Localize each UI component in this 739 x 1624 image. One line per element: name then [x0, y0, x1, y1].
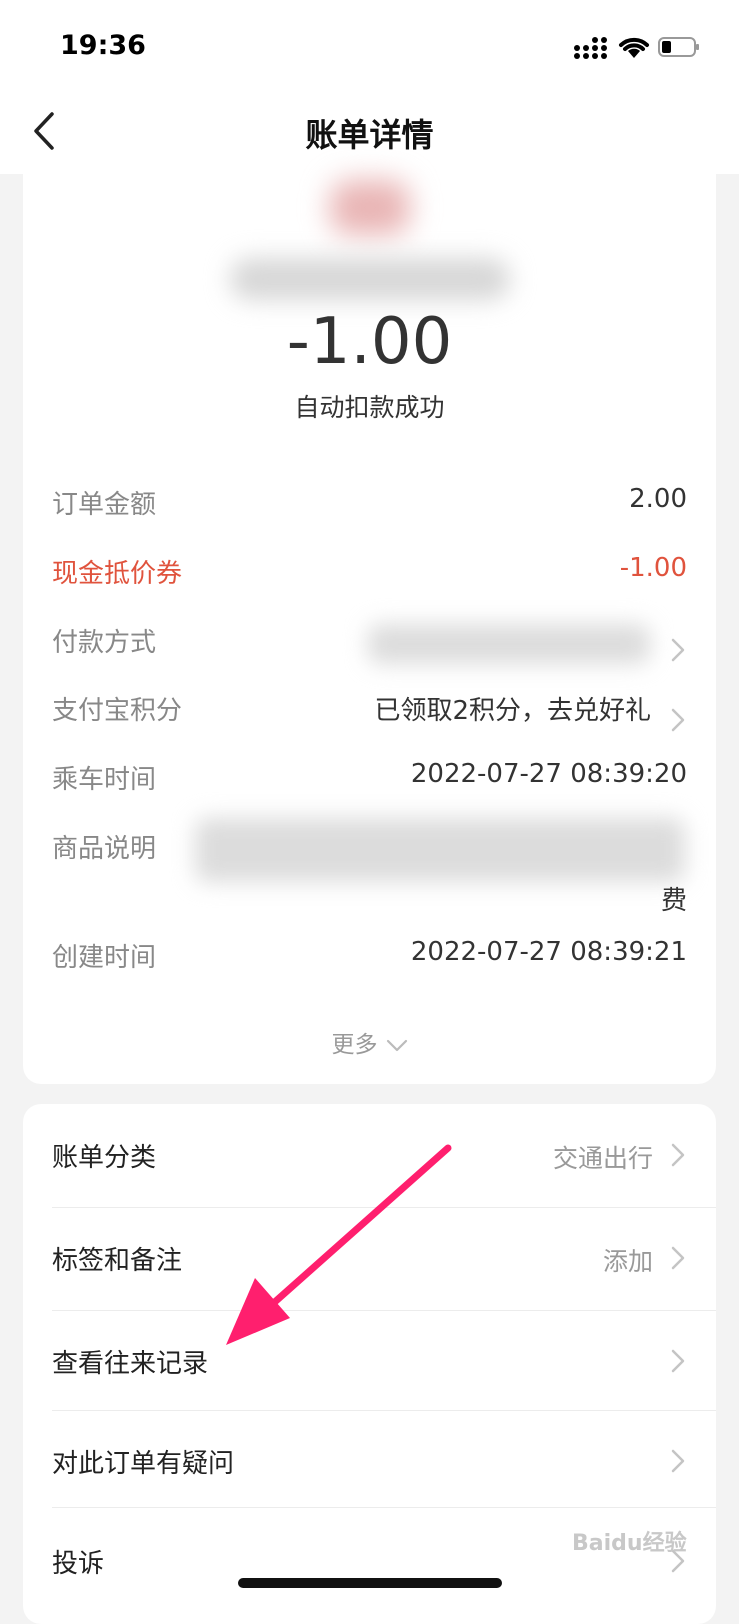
signal-icon	[574, 37, 607, 59]
tags-label[interactable]: 标签和备注	[52, 1240, 182, 1277]
page-title: 账单详情	[305, 116, 434, 154]
product-desc-value	[195, 818, 685, 882]
more-button[interactable]: 更多	[0, 1025, 739, 1059]
chevron-down-icon	[386, 1039, 407, 1051]
history-label[interactable]: 查看往来记录	[52, 1343, 208, 1380]
divider	[52, 1410, 716, 1411]
chevron-right-icon[interactable]	[671, 1449, 685, 1473]
chevron-right-icon[interactable]	[671, 1246, 685, 1270]
points-value[interactable]: 已领取2积分，去兑好礼	[374, 690, 651, 727]
ride-time-value: 2022-07-27 08:39:20	[410, 759, 687, 789]
product-desc-label: 商品说明	[52, 834, 157, 864]
ride-time-label: 乘车时间	[52, 765, 157, 795]
chevron-right-icon[interactable]	[671, 708, 685, 732]
product-desc-tail: 费	[660, 886, 687, 916]
complaint-label[interactable]: 投诉	[52, 1543, 104, 1580]
payment-status: 自动扣款成功	[294, 393, 445, 422]
order-amount-value: 2.00	[629, 484, 687, 514]
category-value[interactable]: 交通出行	[553, 1139, 653, 1175]
more-label: 更多	[331, 1032, 378, 1058]
wifi-icon	[619, 37, 649, 58]
create-time-label: 创建时间	[52, 943, 157, 973]
chevron-right-icon[interactable]	[671, 638, 685, 662]
merchant-name	[230, 258, 510, 300]
payment-method-value[interactable]	[368, 624, 650, 664]
merchant-logo	[330, 180, 410, 235]
divider	[52, 1507, 716, 1508]
category-label[interactable]: 账单分类	[52, 1137, 156, 1174]
chevron-right-icon[interactable]	[671, 1349, 685, 1373]
payment-method-label: 付款方式	[52, 628, 157, 658]
order-amount-label: 订单金额	[52, 490, 157, 520]
coupon-value: -1.00	[619, 553, 687, 583]
status-time: 19:36	[60, 30, 146, 61]
tags-value[interactable]: 添加	[603, 1242, 653, 1278]
watermark: Baidu经验	[572, 1531, 687, 1556]
points-label: 支付宝积分	[52, 696, 183, 726]
coupon-label: 现金抵价券	[52, 559, 183, 589]
annotation-arrow-icon	[226, 1144, 452, 1345]
create-time-value: 2022-07-27 08:39:21	[410, 937, 687, 967]
bill-amount: -1.00	[286, 305, 453, 379]
home-indicator	[238, 1578, 502, 1588]
question-label[interactable]: 对此订单有疑问	[52, 1443, 234, 1480]
chevron-right-icon[interactable]	[671, 1143, 685, 1167]
battery-icon	[658, 37, 699, 57]
